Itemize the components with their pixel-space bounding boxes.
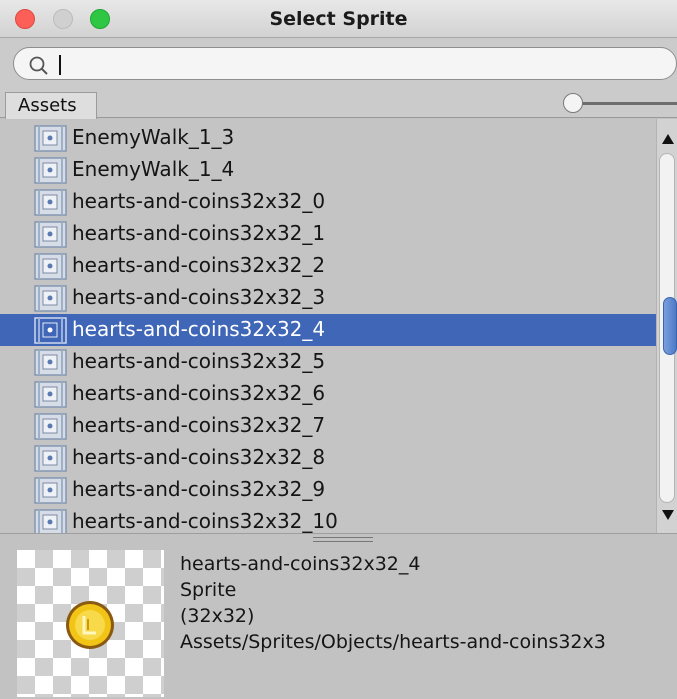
sprite-icon <box>34 349 67 376</box>
list-item[interactable]: hearts-and-coins32x32_4 <box>0 314 656 346</box>
list-item-label: hearts-and-coins32x32_8 <box>72 445 326 469</box>
sprite-icon <box>34 189 67 216</box>
search-field[interactable] <box>13 47 677 80</box>
sprite-icon <box>34 125 67 152</box>
sprite-icon <box>34 285 67 312</box>
list-item[interactable]: hearts-and-coins32x32_6 <box>0 378 656 410</box>
sprite-icon <box>34 317 67 344</box>
sprite-size: (32x32) <box>180 605 255 627</box>
list-item[interactable]: hearts-and-coins32x32_1 <box>0 218 656 250</box>
icon-size-slider-thumb[interactable] <box>563 93 583 113</box>
list-item[interactable]: hearts-and-coins32x32_8 <box>0 442 656 474</box>
list-item-label: hearts-and-coins32x32_3 <box>72 285 326 309</box>
tab-bar: Assets <box>0 88 677 119</box>
sprite-icon <box>34 221 67 248</box>
sprite-icon <box>34 509 67 533</box>
list-item-label: EnemyWalk_1_4 <box>72 157 235 181</box>
splitter-grip-icon[interactable] <box>313 537 373 542</box>
scroll-thumb[interactable] <box>663 297 677 355</box>
sprite-type: Sprite <box>180 579 237 601</box>
search-input[interactable] <box>66 51 666 77</box>
sprite-icon <box>34 413 67 440</box>
list-item[interactable]: EnemyWalk_1_3 <box>0 122 656 154</box>
coin-preview-icon <box>66 601 114 649</box>
scroll-track[interactable] <box>659 153 677 503</box>
sprite-path: Assets/Sprites/Objects/hearts-and-coins3… <box>180 631 606 653</box>
list-item-label: hearts-and-coins32x32_7 <box>72 413 326 437</box>
list-item-label: hearts-and-coins32x32_6 <box>72 381 326 405</box>
sprite-icon <box>34 477 67 504</box>
list-item-label: EnemyWalk_1_3 <box>72 125 235 149</box>
list-item[interactable]: hearts-and-coins32x32_5 <box>0 346 656 378</box>
list-item[interactable]: hearts-and-coins32x32_2 <box>0 250 656 282</box>
list-item-label: hearts-and-coins32x32_5 <box>72 349 326 373</box>
sprite-list: EnemyWalk_1_3 EnemyWalk_1_4 hearts-and-coi… <box>0 119 656 533</box>
list-item[interactable]: hearts-and-coins32x32_3 <box>0 282 656 314</box>
list-item[interactable]: EnemyWalk_1_4 <box>0 154 656 186</box>
scroll-up-arrow-icon[interactable] <box>662 134 674 144</box>
list-item-label: hearts-and-coins32x32_0 <box>72 189 326 213</box>
text-caret <box>59 55 61 75</box>
window-title: Select Sprite <box>269 8 408 30</box>
preview-panel: hearts-and-coins32x32_4 Sprite (32x32) A… <box>0 543 677 699</box>
sprite-icon <box>34 381 67 408</box>
sprite-info: hearts-and-coins32x32_4 Sprite (32x32) A… <box>180 551 672 661</box>
tab-assets[interactable]: Assets <box>5 92 97 119</box>
list-item[interactable]: hearts-and-coins32x32_10 <box>0 506 656 533</box>
list-item-label: hearts-and-coins32x32_9 <box>72 477 326 501</box>
sprite-thumbnail <box>17 550 164 697</box>
sprite-icon <box>34 253 67 280</box>
search-icon <box>29 56 48 75</box>
list-item-label: hearts-and-coins32x32_4 <box>72 317 326 341</box>
panel-splitter[interactable] <box>0 533 677 543</box>
scroll-down-arrow-icon[interactable] <box>662 510 674 520</box>
list-item[interactable]: hearts-and-coins32x32_9 <box>0 474 656 506</box>
list-item-label: hearts-and-coins32x32_10 <box>72 509 338 533</box>
list-item-label: hearts-and-coins32x32_1 <box>72 221 326 245</box>
list-item-label: hearts-and-coins32x32_2 <box>72 253 326 277</box>
title-bar: Select Sprite <box>0 0 677 38</box>
list-item[interactable]: hearts-and-coins32x32_7 <box>0 410 656 442</box>
search-bar <box>0 38 677 88</box>
sprite-icon <box>34 157 67 184</box>
list-scrollbar[interactable] <box>656 119 677 533</box>
list-item[interactable]: hearts-and-coins32x32_0 <box>0 186 656 218</box>
icon-size-slider-track[interactable] <box>575 102 677 105</box>
sprite-icon <box>34 445 67 472</box>
sprite-name: hearts-and-coins32x32_4 <box>180 553 421 575</box>
